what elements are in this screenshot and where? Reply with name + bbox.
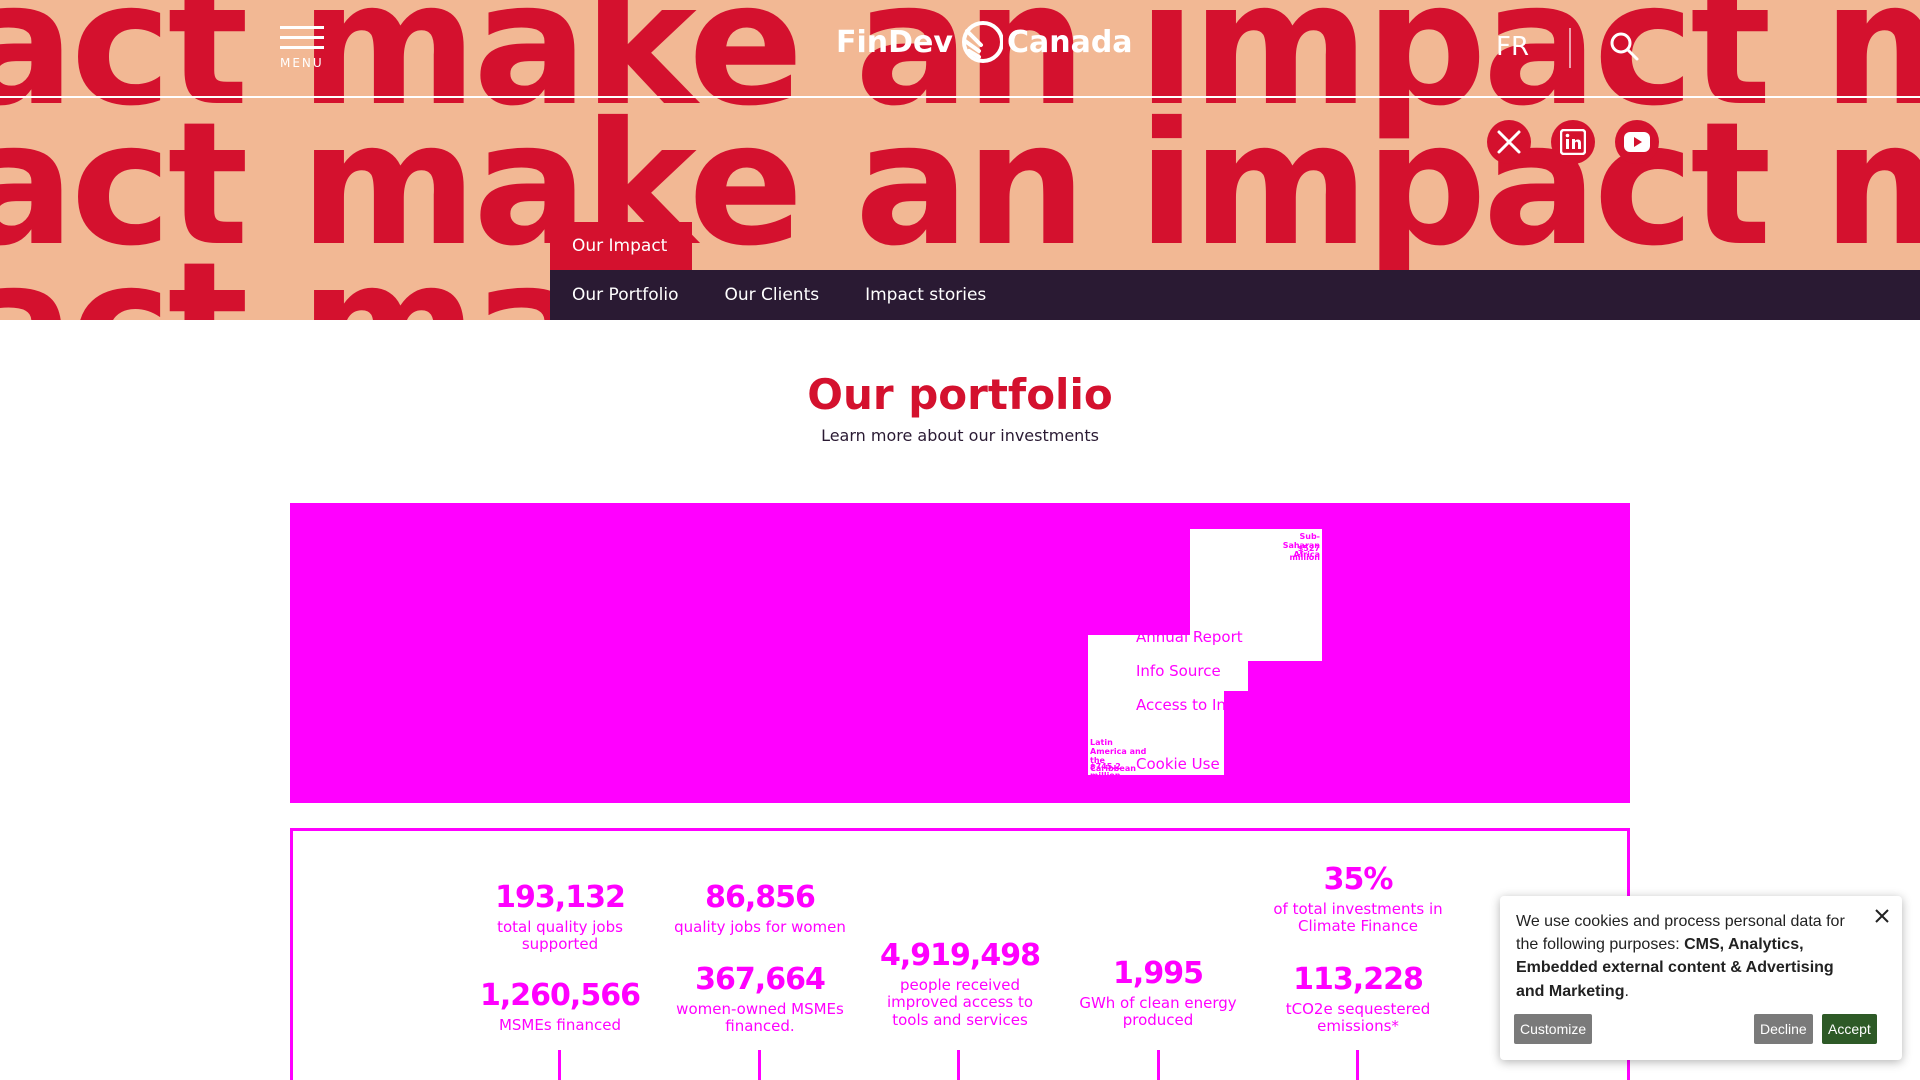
stat-label: GWh of clean energy produced (1079, 994, 1237, 1030)
stat-divider (758, 1050, 761, 1080)
cookie-message: We use cookies and process personal data… (1516, 910, 1866, 1003)
x-icon (1497, 130, 1521, 154)
stat-divider (957, 1050, 960, 1080)
page-title: Our portfolio (807, 370, 1113, 419)
cookie-decline-button[interactable]: Decline (1754, 1014, 1813, 1044)
portfolio-map-panel: Sub-Saharan Africa $527 million Latin Am… (290, 503, 1630, 803)
stat-divider (558, 1050, 561, 1080)
stat-divider (1157, 1050, 1160, 1080)
cookie-consent-banner: We use cookies and process personal data… (1500, 896, 1902, 1060)
linkedin-icon (1560, 129, 1586, 155)
stat-value: 367,664 (695, 962, 826, 997)
stat-value: 4,919,498 (880, 938, 1041, 973)
language-toggle[interactable]: FR (1496, 32, 1529, 62)
menu-label: MENU (280, 56, 324, 70)
stat-divider (1356, 1050, 1359, 1080)
stat-item: 193,132 total quality jobs supported (460, 880, 660, 954)
stat-value: 86,856 (705, 880, 816, 915)
footer-link-cookie-use[interactable]: Cookie Use (1136, 755, 1220, 773)
logo-text-right: Canada (1006, 24, 1133, 60)
region-label-amount: $527 million (1289, 544, 1321, 562)
stat-label: quality jobs for women (674, 918, 846, 936)
search-icon[interactable] (1608, 30, 1640, 62)
stat-item: 4,919,498 people received improved acces… (860, 938, 1060, 1029)
youtube-link[interactable] (1615, 120, 1659, 164)
stat-label: MSMEs financed (498, 1016, 622, 1034)
cookie-text-end: . (1624, 982, 1629, 1000)
header-separator (1569, 28, 1571, 68)
site-logo[interactable]: FinDev Canada (836, 14, 1133, 70)
footer-link-info-source[interactable]: Info Source (1136, 662, 1221, 680)
stat-value: 1,995 (1113, 956, 1204, 991)
footer-link-access-to-information[interactable]: Access to Information (1136, 696, 1299, 714)
section-tab-our-impact[interactable]: Our Impact (550, 222, 692, 270)
subnav-impact-stories[interactable]: Impact stories (865, 285, 986, 305)
hamburger-icon-bar (280, 36, 324, 39)
hamburger-icon (280, 26, 324, 29)
hamburger-icon-bar (280, 46, 324, 49)
stat-item: 86,856 quality jobs for women (660, 880, 860, 936)
stat-value: 35% (1323, 862, 1394, 897)
page-subtitle: Learn more about our investments (821, 426, 1099, 445)
logo-text-left: FinDev (836, 24, 953, 60)
stat-item: 35% of total investments in Climate Fina… (1258, 862, 1458, 936)
subnav-our-portfolio[interactable]: Our Portfolio (572, 285, 678, 305)
stat-label: of total investments in Climate Finance (1273, 900, 1443, 936)
stat-label: tCO2e sequestered emissions* (1285, 1000, 1431, 1036)
linkedin-link[interactable] (1551, 120, 1595, 164)
stat-value: 193,132 (495, 880, 626, 915)
x-twitter-link[interactable] (1487, 120, 1531, 164)
stat-value: 1,260,566 (480, 978, 641, 1013)
stat-item: 367,664 women-owned MSMEs financed. (660, 962, 860, 1036)
close-icon[interactable] (1874, 908, 1890, 924)
hero-pattern-row: act ma (0, 240, 588, 320)
subnav-our-clients[interactable]: Our Clients (724, 285, 819, 305)
stat-item: 113,228 tCO2e sequestered emissions* (1258, 962, 1458, 1036)
stat-value: 113,228 (1293, 962, 1424, 997)
logo-leaf-icon (961, 21, 1003, 63)
header-divider (0, 96, 1920, 98)
youtube-icon (1624, 132, 1650, 152)
stat-label: women-owned MSMEs financed. (676, 1000, 844, 1036)
stat-item: 1,995 GWh of clean energy produced (1058, 956, 1258, 1030)
cookie-accept-button[interactable]: Accept (1822, 1014, 1877, 1044)
cookie-customize-button[interactable]: Customize (1514, 1014, 1593, 1044)
sub-navigation: Our Portfolio Our Clients Impact stories (550, 270, 1920, 320)
stat-item: 1,260,566 MSMEs financed (460, 978, 660, 1034)
stat-label: people received improved access to tools… (886, 976, 1034, 1029)
menu-button[interactable]: MENU (278, 24, 326, 72)
footer-link-annual-report[interactable]: Annual Report (1136, 628, 1243, 646)
stat-label: total quality jobs supported (497, 918, 623, 954)
